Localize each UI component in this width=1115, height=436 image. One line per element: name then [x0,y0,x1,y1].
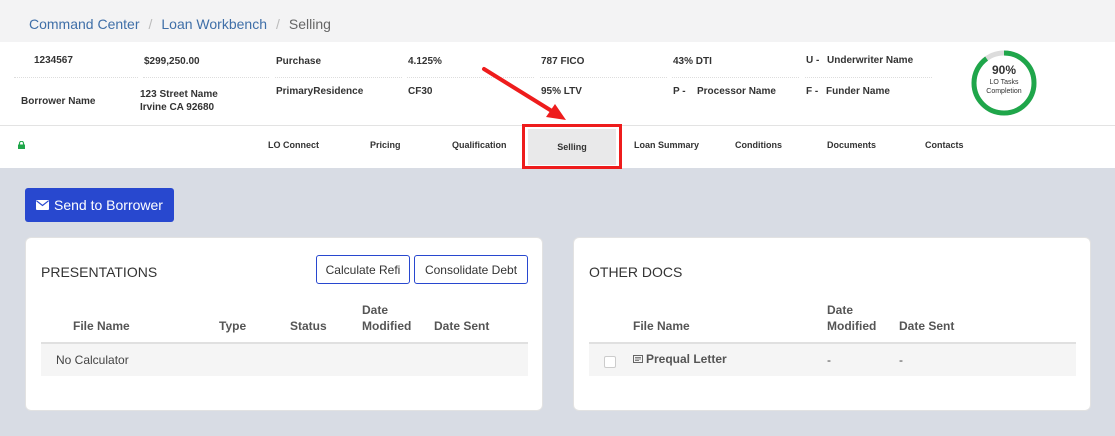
column-header-file-name: File Name [73,319,130,333]
ltv-value: 95% LTV [541,86,582,97]
consolidate-debt-button[interactable]: Consolidate Debt [414,255,528,284]
envelope-icon [36,200,50,210]
loan-number: 1234567 [34,55,73,66]
tab-lo-connect[interactable]: LO Connect [268,140,319,150]
column-header-date: Date [362,303,389,317]
document-icon [633,355,643,363]
lock-icon[interactable] [18,141,25,149]
presentations-title: PRESENTATIONS [41,264,158,280]
divider [275,77,402,78]
presentations-card: PRESENTATIONS Calculate Refi Consolidate… [25,237,543,411]
column-header-type: Type [219,319,247,333]
column-header-date-modified: Date Modified [362,302,411,334]
empty-state-text: No Calculator [56,353,129,367]
tab-qualification[interactable]: Qualification [452,140,507,150]
progress-label-line-1: LO Tasks [989,79,1019,86]
column-header-status: Status [290,319,327,333]
progress-percent: 90% [991,63,1017,77]
tab-conditions[interactable]: Conditions [735,140,782,150]
divider [805,77,932,78]
tab-documents[interactable]: Documents [827,140,876,150]
divider [143,77,269,78]
dti-value: 43% DTI [673,56,712,67]
divider [540,77,667,78]
tab-bar: LO Connect Pricing Qualification Selling… [0,126,1115,168]
breadcrumb-separator: / [275,16,280,32]
lo-tasks-progress: 90% LO Tasks Completion [970,49,1038,117]
breadcrumb-command-center[interactable]: Command Center [29,16,140,32]
tab-selling[interactable]: Selling [528,129,616,165]
send-to-borrower-button[interactable]: Send to Borrower [25,188,174,222]
calculate-refi-button[interactable]: Calculate Refi [316,255,410,284]
loan-header: 1234567 Borrower Name $299,250.00 123 St… [0,42,1115,126]
column-header-modified: Modified [827,319,877,333]
underwriter-name: Underwriter Name [827,55,914,66]
breadcrumb-loan-workbench[interactable]: Loan Workbench [161,16,267,32]
processor-prefix: P - [673,86,686,97]
funder-name: Funder Name [826,86,890,97]
interest-rate: 4.125% [408,56,442,67]
divider [407,77,534,78]
column-header-date-sent: Date Sent [899,319,955,333]
loan-product: CF30 [408,86,433,97]
divider [672,77,799,78]
table-row: No Calculator [41,344,528,376]
date-modified-cell: - [827,353,831,367]
progress-label-line-2: Completion [986,88,1022,95]
borrower-name: Borrower Name [21,96,96,107]
column-header-modified: Modified [362,319,412,333]
tab-contacts[interactable]: Contacts [925,140,964,150]
address-line-2: Irvine CA 92680 [140,102,215,113]
progress-label: LO Tasks Completion [970,78,1038,96]
column-header-date-sent: Date Sent [434,319,490,333]
breadcrumb-current: Selling [288,16,331,32]
other-docs-card: OTHER DOCS File Name Date Modified Date … [573,237,1091,411]
date-sent-cell: - [899,353,903,367]
breadcrumb-separator: / [148,16,153,32]
row-checkbox[interactable] [604,356,616,368]
occupancy: PrimaryResidence [276,86,364,97]
breadcrumb: Command Center / Loan Workbench / Selling [0,0,1115,46]
tab-pricing[interactable]: Pricing [370,140,401,150]
divider [14,77,138,78]
column-header-date-modified: Date Modified [827,302,876,334]
table-row: Prequal Letter - - [589,344,1076,376]
loan-purpose: Purchase [276,56,322,67]
address-line-1: 123 Street Name [140,89,218,100]
loan-amount: $299,250.00 [144,56,200,67]
funder-prefix: F - [806,86,819,97]
send-to-borrower-label: Send to Borrower [54,197,163,213]
column-header-file-name: File Name [633,319,690,333]
column-header-date: Date [827,303,854,317]
fico-score: 787 FICO [541,56,585,67]
processor-name: Processor Name [697,86,776,97]
underwriter-prefix: U - [806,55,820,66]
tab-loan-summary[interactable]: Loan Summary [634,140,699,150]
document-name-cell[interactable]: Prequal Letter [633,352,727,366]
document-name: Prequal Letter [646,352,727,366]
other-docs-title: OTHER DOCS [589,264,683,280]
